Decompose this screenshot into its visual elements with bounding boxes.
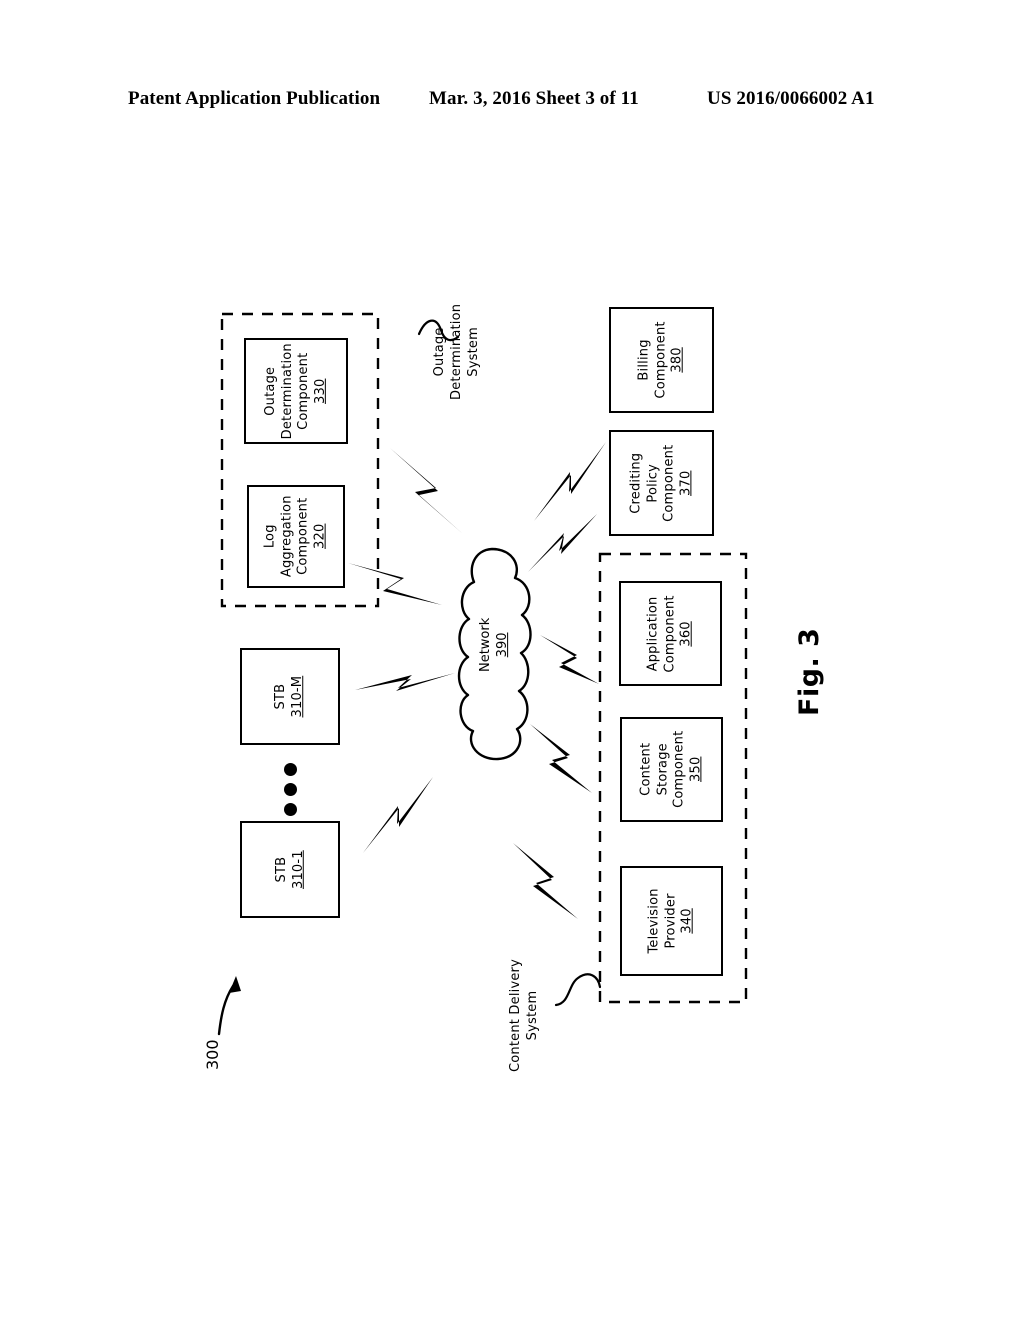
node-crediting-policy-component[interactable]: Crediting Policy Component 370 (609, 430, 714, 536)
node-television-provider[interactable]: Television Provider 340 (620, 866, 723, 976)
node-label-360: Application Component 360 (645, 594, 694, 673)
lightning-bolt-to-stb-310-m (355, 673, 455, 691)
lightning-bolt-to-log-aggregation-component (348, 563, 442, 605)
group-label-content-delivery-system: Content Delivery System (508, 959, 540, 1072)
ellipsis-dot (284, 803, 297, 816)
diagram-vector-layer (217, 312, 748, 1036)
lightning-bolt-to-content-storage-component (530, 724, 592, 793)
leader-line-content-delivery-system (554, 973, 602, 1007)
lightning-bolt-to-stb-310-1 (363, 777, 433, 853)
reference-numeral-300: 300 (203, 1039, 222, 1070)
figure-3-diagram: Outage Determination Component 330 Log A… (0, 0, 1024, 1320)
node-label-330: Outage Determination Component 330 (262, 342, 328, 440)
lightning-bolt-to-television-provider (513, 843, 578, 919)
figure-label: Fig. 3 (794, 627, 825, 716)
node-label-370: Crediting Policy Component 370 (628, 444, 694, 522)
node-outage-determination-component[interactable]: Outage Determination Component 330 (244, 338, 348, 444)
node-stb-310-1[interactable]: STB 310-1 (240, 821, 340, 918)
lightning-bolt-to-billing-component (534, 442, 606, 521)
node-label-340: Television Provider 340 (646, 888, 695, 954)
node-label-380: Billing Component 380 (636, 321, 685, 399)
node-label-320: Log Aggregation Component 320 (262, 495, 328, 578)
reference-numeral-300-arrow (217, 976, 241, 1036)
node-log-aggregation-component[interactable]: Log Aggregation Component 320 (247, 485, 345, 588)
stb-ellipsis-dots (284, 763, 297, 816)
group-label-outage-determination-system: Outage Determination System (432, 303, 481, 400)
node-label-350: Content Storage Component 350 (638, 730, 704, 809)
node-label-310-m: STB 310-M (273, 675, 305, 718)
lightning-bolt-to-application-component (540, 635, 599, 684)
lightning-bolt-to-outage-determination-component (390, 448, 463, 534)
node-label-network-390: Network 390 (478, 617, 510, 673)
node-application-component[interactable]: Application Component 360 (619, 581, 722, 686)
node-label-310-1: STB 310-1 (273, 850, 305, 889)
ellipsis-dot (284, 763, 297, 776)
node-content-storage-component[interactable]: Content Storage Component 350 (620, 717, 723, 822)
lightning-bolt-to-crediting-policy-component (528, 514, 597, 572)
node-stb-310-m[interactable]: STB 310-M (240, 648, 340, 745)
ellipsis-dot (284, 783, 297, 796)
node-billing-component[interactable]: Billing Component 380 (609, 307, 714, 413)
